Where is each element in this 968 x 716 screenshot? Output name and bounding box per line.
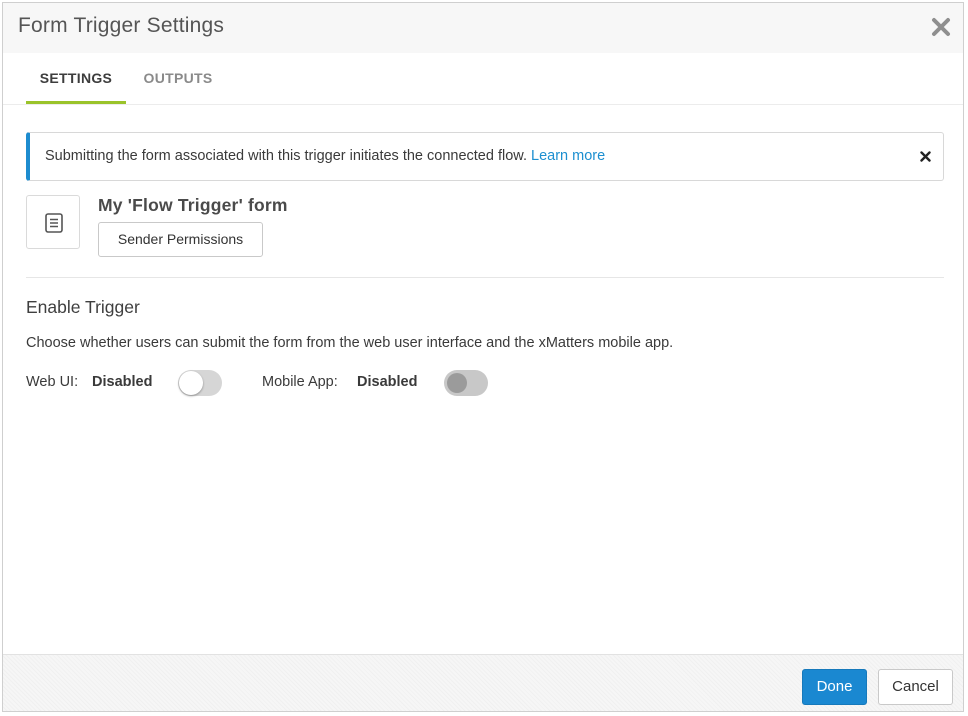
sender-permissions-button[interactable]: Sender Permissions bbox=[98, 222, 263, 257]
form-name: My 'Flow Trigger' form bbox=[98, 195, 288, 215]
dialog-footer: Done Cancel bbox=[3, 654, 963, 711]
form-icon-tile bbox=[26, 195, 80, 249]
cancel-button[interactable]: Cancel bbox=[878, 669, 953, 705]
document-icon bbox=[45, 213, 63, 233]
mobile-app-label: Mobile App: bbox=[262, 374, 338, 390]
mobile-app-toggle-knob bbox=[447, 373, 467, 393]
tab-bar: SETTINGS OUTPUTS bbox=[3, 53, 963, 105]
enable-trigger-heading: Enable Trigger bbox=[26, 297, 140, 317]
form-trigger-settings-dialog: Form Trigger Settings SETTINGS OUTPUTS S… bbox=[2, 2, 964, 712]
mobile-app-status: Disabled bbox=[357, 374, 418, 390]
dialog-title: Form Trigger Settings bbox=[18, 14, 225, 37]
web-ui-status: Disabled bbox=[92, 374, 153, 390]
tab-outputs[interactable]: OUTPUTS bbox=[138, 53, 218, 104]
enable-trigger-description: Choose whether users can submit the form… bbox=[26, 335, 674, 351]
banner-message: Submitting the form associated with this… bbox=[45, 148, 527, 164]
tab-settings[interactable]: SETTINGS bbox=[26, 53, 126, 104]
banner-close-icon[interactable] bbox=[920, 151, 931, 162]
close-icon[interactable] bbox=[929, 15, 953, 39]
web-ui-toggle[interactable] bbox=[178, 370, 222, 396]
info-banner: Submitting the form associated with this… bbox=[26, 132, 944, 181]
web-ui-toggle-knob bbox=[179, 371, 203, 395]
section-divider bbox=[26, 277, 944, 278]
learn-more-link[interactable]: Learn more bbox=[531, 148, 605, 164]
done-button[interactable]: Done bbox=[802, 669, 867, 705]
web-ui-label: Web UI: bbox=[26, 374, 79, 390]
mobile-app-toggle[interactable] bbox=[444, 370, 488, 396]
banner-text-container: Submitting the form associated with this… bbox=[45, 148, 605, 164]
dialog-header: Form Trigger Settings bbox=[3, 3, 963, 54]
